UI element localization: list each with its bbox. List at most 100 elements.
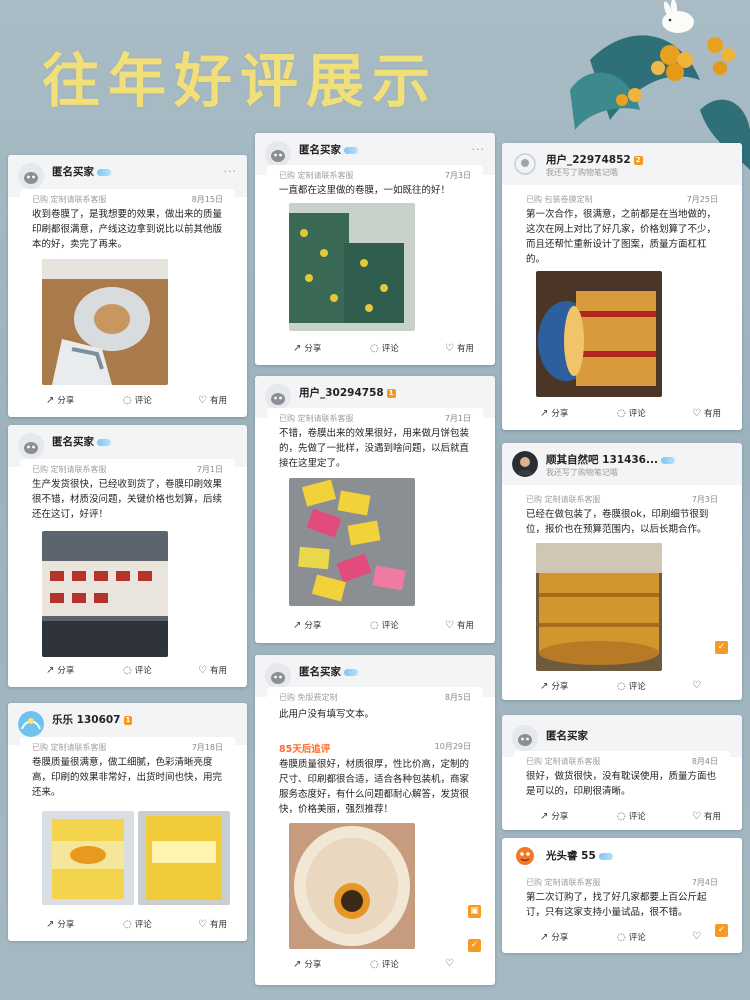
avatar (18, 433, 44, 459)
share-button[interactable]: ↗ 分享 (46, 394, 74, 406)
heart-icon: ♡ (198, 665, 207, 676)
share-button[interactable]: ↗ 分享 (293, 342, 321, 354)
share-icon: ↗ (540, 932, 549, 943)
share-label: 分享 (57, 396, 75, 406)
review-photo[interactable] (42, 259, 168, 385)
useful-button[interactable]: ♡ 有用 (198, 918, 227, 930)
review-photo[interactable] (289, 823, 415, 949)
review-card: 匿名买家 已购 定制请联系客服 7月1日 生产发货很快，已经收到货了，卷膜印刷效… (8, 425, 247, 687)
username-text: 用户_22974852 (546, 154, 631, 166)
review-text: 已经在做包装了，卷膜很ok，印刷细节很到位，报价也在预算范围内，以后长期合作。 (526, 509, 709, 535)
useful-button[interactable]: ♡ (692, 931, 704, 942)
share-button[interactable]: ↗ 分享 (540, 810, 568, 822)
review-photo[interactable] (42, 811, 134, 905)
username-text: 匿名买家 (299, 144, 341, 156)
username[interactable]: 匿名买家 (546, 728, 588, 743)
comment-button[interactable]: ◌ 评论 (123, 394, 152, 406)
username[interactable]: 用户_22974852 2 (546, 152, 643, 167)
heart-icon: ♡ (445, 343, 454, 354)
review-photo[interactable] (42, 531, 168, 657)
comment-button[interactable]: ◌ 评论 (123, 664, 152, 676)
purchase-info: 已购 定制请联系客服 (279, 171, 354, 180)
username[interactable]: 光头睿 55 (546, 848, 613, 863)
useful-label: 有用 (209, 666, 227, 676)
username[interactable]: 用户_30294758 1 (299, 385, 396, 400)
comment-icon: ◌ (370, 959, 379, 970)
avatar (265, 141, 291, 167)
checkbox-icon[interactable]: ✓ (715, 924, 728, 937)
review-date: 7月4日 (691, 878, 718, 887)
comment-label: 评论 (628, 812, 646, 822)
review-photo[interactable] (289, 203, 415, 331)
notes-hint[interactable]: 我还写了购物笔记哦 (546, 167, 618, 178)
username-text: 乐乐 130607 (52, 714, 121, 726)
checkbox-icon[interactable]: ✓ (468, 939, 481, 952)
vip-badge-icon (97, 168, 111, 176)
review-photo[interactable] (536, 271, 662, 397)
comment-button[interactable]: ◌ 评论 (617, 810, 646, 822)
page-title: 往年好评展示 (42, 47, 439, 115)
share-icon: ↗ (293, 620, 302, 631)
useful-button[interactable]: ♡ 有用 (198, 664, 227, 676)
comment-icon: ◌ (617, 811, 626, 822)
review-text: 此用户没有填写文本。 (279, 709, 375, 720)
username[interactable]: 顺其自然吧 131436... (546, 452, 675, 467)
review-body: 已购 定制请联系客服 7月1日 生产发货很快，已经收到货了，卷膜印刷效果很不错，… (20, 459, 235, 679)
action-bar: ↗ 分享 ◌ 评论 ♡ (502, 928, 742, 948)
comment-button[interactable]: ◌ 评论 (370, 342, 399, 354)
checkbox-icon[interactable]: ✓ (715, 641, 728, 654)
review-photo[interactable] (289, 478, 415, 606)
review-body: 已购 定制请联系客服 8月15日 收到卷膜了，是我想要的效果，做出来的质量印刷都… (20, 189, 235, 409)
more-icon[interactable]: ··· (224, 165, 238, 178)
more-icon[interactable]: ··· (472, 143, 486, 156)
useful-button[interactable]: ♡ (445, 958, 457, 969)
username-text: 顺其自然吧 131436... (546, 454, 658, 466)
comment-button[interactable]: ◌ 评论 (617, 407, 646, 419)
share-icon: ↗ (293, 959, 302, 970)
comment-button[interactable]: ◌ 评论 (370, 958, 399, 970)
useful-button[interactable]: ♡ 有用 (445, 619, 474, 631)
review-date: 7月3日 (444, 171, 471, 180)
heart-icon: ♡ (198, 395, 207, 406)
comment-button[interactable]: ◌ 评论 (123, 918, 152, 930)
review-photo[interactable] (536, 543, 662, 671)
username-text: 匿名买家 (52, 436, 94, 448)
vip-badge-icon (660, 456, 675, 464)
review-card: 匿名买家 已购 定制请联系客服 8月4日 很好，做货很快，没有耽误使用，质量方面… (502, 715, 742, 830)
avatar (265, 663, 291, 689)
share-icon: ↗ (540, 681, 549, 692)
review-card: 用户_30294758 1 已购 定制请联系客服 7月1日 不错，卷膜出来的效果很… (255, 376, 495, 643)
notes-hint[interactable]: 我还写了购物笔记哦 (546, 467, 618, 478)
useful-button[interactable]: ♡ 有用 (198, 394, 227, 406)
useful-button[interactable]: ♡ (692, 680, 704, 691)
comment-label: 评论 (134, 920, 152, 930)
comment-icon: ◌ (617, 681, 626, 692)
useful-button[interactable]: ♡ 有用 (692, 810, 721, 822)
share-button[interactable]: ↗ 分享 (293, 958, 321, 970)
username[interactable]: 匿名买家 (52, 164, 111, 179)
username[interactable]: 匿名买家 (299, 142, 358, 157)
share-button[interactable]: ↗ 分享 (46, 918, 74, 930)
comment-button[interactable]: ◌ 评论 (617, 680, 646, 692)
heart-icon: ♡ (692, 811, 701, 822)
comment-icon: ◌ (123, 665, 132, 676)
photo-icon[interactable]: ▣ (468, 905, 481, 918)
username[interactable]: 乐乐 130607 1 (52, 712, 133, 727)
comment-button[interactable]: ◌ 评论 (370, 619, 399, 631)
username[interactable]: 匿名买家 (299, 664, 358, 679)
useful-button[interactable]: ♡ 有用 (692, 407, 721, 419)
comment-button[interactable]: ◌ 评论 (617, 931, 646, 943)
share-button[interactable]: ↗ 分享 (540, 931, 568, 943)
heart-icon: ♡ (198, 919, 207, 930)
share-label: 分享 (304, 621, 322, 631)
share-button[interactable]: ↗ 分享 (540, 680, 568, 692)
review-card: 乐乐 130607 1 已购 定制请联系客服 7月18日 卷膜质量很满意，做工细腻… (8, 703, 247, 941)
review-text: 第一次合作，很满意，之前都是在当地做的，这次在网上对比了好几家，价格划算了不少，… (526, 209, 717, 265)
share-button[interactable]: ↗ 分享 (540, 407, 568, 419)
share-button[interactable]: ↗ 分享 (293, 619, 321, 631)
useful-button[interactable]: ♡ 有用 (445, 342, 474, 354)
share-button[interactable]: ↗ 分享 (46, 664, 74, 676)
action-bar: ↗ 分享 ◌ 评论 ♡ 有用 (502, 404, 742, 424)
review-photo[interactable] (138, 811, 230, 905)
username[interactable]: 匿名买家 (52, 434, 111, 449)
